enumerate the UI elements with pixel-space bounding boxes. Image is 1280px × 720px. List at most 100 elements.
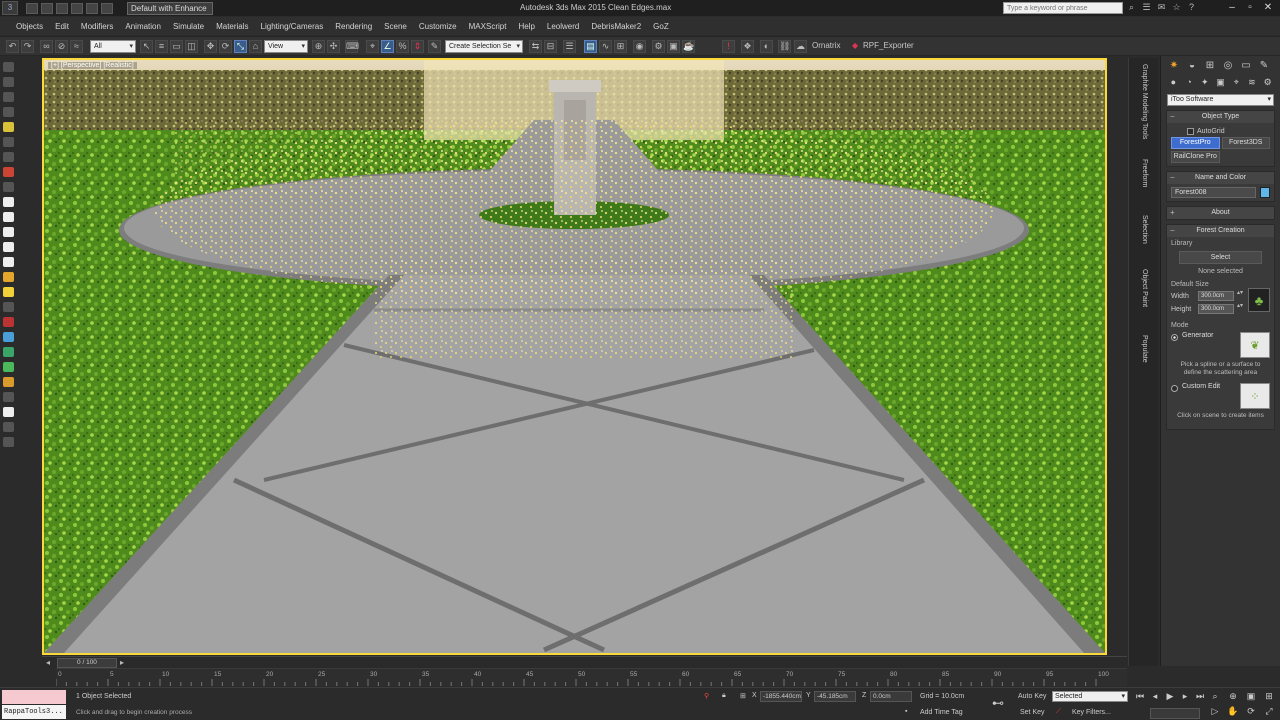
application-menu-button[interactable]: 3 <box>2 1 18 15</box>
strip-tool-icon[interactable] <box>3 77 14 87</box>
width-spinner-icon[interactable]: ▴▾ <box>1237 290 1243 301</box>
strip-tool-icon[interactable] <box>3 257 14 267</box>
select-move-icon[interactable]: ✥ <box>204 40 217 53</box>
render-setup-icon[interactable]: ⚙ <box>652 40 665 53</box>
rpf-exporter-icon[interactable]: ◆ <box>852 41 858 50</box>
forest3ds-button[interactable]: Forest3DS <box>1221 137 1270 149</box>
time-slider[interactable]: ◂ 0 / 100 ▸ <box>42 656 1127 668</box>
strip-tool-icon[interactable] <box>3 422 14 432</box>
tree-thumbnail-icon[interactable]: ♣ <box>1248 288 1270 312</box>
schematic-view-icon[interactable]: ⊞ <box>614 40 627 53</box>
undo-button[interactable]: ↶ <box>6 40 19 53</box>
select-object-icon[interactable]: ↖ <box>140 40 153 53</box>
about-header[interactable]: + About <box>1167 207 1274 219</box>
height-spinner-icon[interactable]: ▴▾ <box>1237 303 1243 314</box>
minimize-icon[interactable]: – <box>1224 1 1240 14</box>
maxscript-listener-input[interactable] <box>2 690 66 704</box>
utilities-tab-icon[interactable]: ✎ <box>1257 59 1271 72</box>
set-key-button[interactable]: Set Key <box>1020 709 1045 716</box>
go-to-end-icon[interactable]: ⏭ <box>1194 690 1206 702</box>
zoom-icon[interactable]: ⌕ <box>1208 690 1222 703</box>
favorites-icon[interactable]: ☆ <box>1171 2 1182 13</box>
help-icon[interactable]: ? <box>1186 2 1197 13</box>
mirror-icon[interactable]: ⇆ <box>529 40 542 53</box>
category-dropdown[interactable]: iToo Software <box>1167 94 1274 106</box>
search-icon[interactable]: ⌕ <box>1126 2 1137 13</box>
menu-help[interactable]: Help <box>512 22 540 31</box>
cloud-tool-icon[interactable]: ☁ <box>794 40 807 53</box>
undo-icon[interactable] <box>71 2 83 14</box>
redo-icon[interactable] <box>86 2 98 14</box>
key-mode-icon[interactable]: ⊷ <box>992 696 1004 710</box>
open-file-icon[interactable] <box>41 2 53 14</box>
strip-tool-icon[interactable] <box>3 92 14 102</box>
menu-simulate[interactable]: Simulate <box>167 22 210 31</box>
render-production-icon[interactable]: ☕ <box>682 40 695 53</box>
strip-tool-icon[interactable] <box>3 347 14 357</box>
next-frame-icon[interactable]: ▸ <box>1179 690 1191 702</box>
display-tab-icon[interactable]: ▭ <box>1239 59 1253 72</box>
close-icon[interactable]: ✕ <box>1260 1 1276 14</box>
lock-selection-icon[interactable]: 🔒︎ <box>722 692 726 700</box>
window-crossing-icon[interactable]: ◫ <box>185 40 198 53</box>
menu-debrismaker2[interactable]: DebrisMaker2 <box>585 22 647 31</box>
redo-button[interactable]: ↷ <box>21 40 34 53</box>
custom-edit-icon[interactable]: ⁘ <box>1240 383 1270 409</box>
generator-radio[interactable] <box>1171 334 1178 341</box>
select-place-icon[interactable]: ⌂ <box>249 40 262 53</box>
autogrid-checkbox[interactable]: AutoGrid <box>1187 128 1270 135</box>
object-color-swatch[interactable] <box>1260 187 1270 198</box>
percent-snap-icon[interactable]: % <box>396 40 409 53</box>
strip-tool-icon[interactable] <box>3 332 14 342</box>
add-time-tag-button[interactable]: Add Time Tag <box>920 709 963 716</box>
play-icon[interactable]: ▶ <box>1164 690 1176 702</box>
helpers-icon[interactable]: ⌖ <box>1230 76 1243 89</box>
menu-animation[interactable]: Animation <box>119 22 167 31</box>
new-file-icon[interactable] <box>26 2 38 14</box>
project-folder-icon[interactable] <box>101 2 113 14</box>
strip-tool-icon[interactable] <box>3 392 14 402</box>
rectangular-selection-icon[interactable]: ▭ <box>170 40 183 53</box>
zoom-extents-icon[interactable]: ▣ <box>1244 690 1258 703</box>
perspective-viewport[interactable]: [+] [Perspective] [Realistic] <box>44 60 1105 653</box>
alert-icon[interactable]: ! <box>722 40 735 53</box>
z-coordinate-field[interactable]: 0.0cm <box>870 691 912 702</box>
save-file-icon[interactable] <box>56 2 68 14</box>
go-to-start-icon[interactable]: ⏮ <box>1134 690 1146 702</box>
reference-coordinate-dropdown[interactable]: View <box>264 40 308 53</box>
keyboard-shortcut-icon[interactable]: ⌨ <box>345 40 359 53</box>
zoom-all-icon[interactable]: ⊕ <box>1226 690 1240 703</box>
maxscript-mini-listener[interactable]: RappaTools3... <box>2 705 66 719</box>
track-bar[interactable]: 0 5 10 15 20 25 30 35 40 45 50 55 60 65 70 75 80 85 90 95 10… <box>56 668 1127 686</box>
align-icon[interactable]: ⊟ <box>544 40 557 53</box>
forest-creation-header[interactable]: − Forest Creation <box>1167 225 1274 237</box>
generator-icon[interactable]: ❦ <box>1240 332 1270 358</box>
manipulate-icon[interactable]: ✣ <box>327 40 340 53</box>
rendered-frame-window-icon[interactable]: ▣ <box>667 40 680 53</box>
ornatrix-button[interactable]: Ornatrix <box>812 41 840 50</box>
graphite-toggle-icon[interactable]: ▤ <box>584 40 597 53</box>
maximize-viewport-icon[interactable]: ⤢ <box>1262 705 1276 718</box>
cameras-icon[interactable]: ▣ <box>1214 76 1227 89</box>
key-filters-button[interactable]: Key Filters... <box>1072 709 1111 716</box>
material-editor-icon[interactable]: ◉ <box>633 40 646 53</box>
forestpro-button[interactable]: ForestPro <box>1171 137 1220 149</box>
tab-object-paint[interactable]: Object Paint <box>1129 258 1159 318</box>
angle-snap-icon[interactable]: ∠ <box>381 40 394 53</box>
viewport-label[interactable]: [+] [Perspective] [Realistic] <box>48 62 137 69</box>
y-coordinate-field[interactable]: -45.185cm <box>814 691 856 702</box>
menu-objects[interactable]: Objects <box>10 22 49 31</box>
zoom-extents-all-icon[interactable]: ⊞ <box>1262 690 1276 703</box>
hierarchy-tab-icon[interactable]: ⊞ <box>1203 59 1217 72</box>
custom-edit-radio[interactable] <box>1171 385 1178 392</box>
strip-tool-icon[interactable] <box>3 317 14 327</box>
workspace-dropdown[interactable]: Default with Enhance <box>127 1 213 15</box>
selection-filter-dropdown[interactable]: All <box>90 40 136 53</box>
geometry-icon[interactable]: ● <box>1167 76 1180 89</box>
railclone-pro-button[interactable]: RailClone Pro <box>1171 151 1220 163</box>
menu-edit[interactable]: Edit <box>49 22 75 31</box>
strip-tool-icon[interactable] <box>3 272 14 282</box>
strip-tool-icon[interactable] <box>3 407 14 417</box>
x-coordinate-field[interactable]: -1855.440cm <box>760 691 802 702</box>
height-field[interactable]: 300.0cm <box>1198 304 1234 314</box>
